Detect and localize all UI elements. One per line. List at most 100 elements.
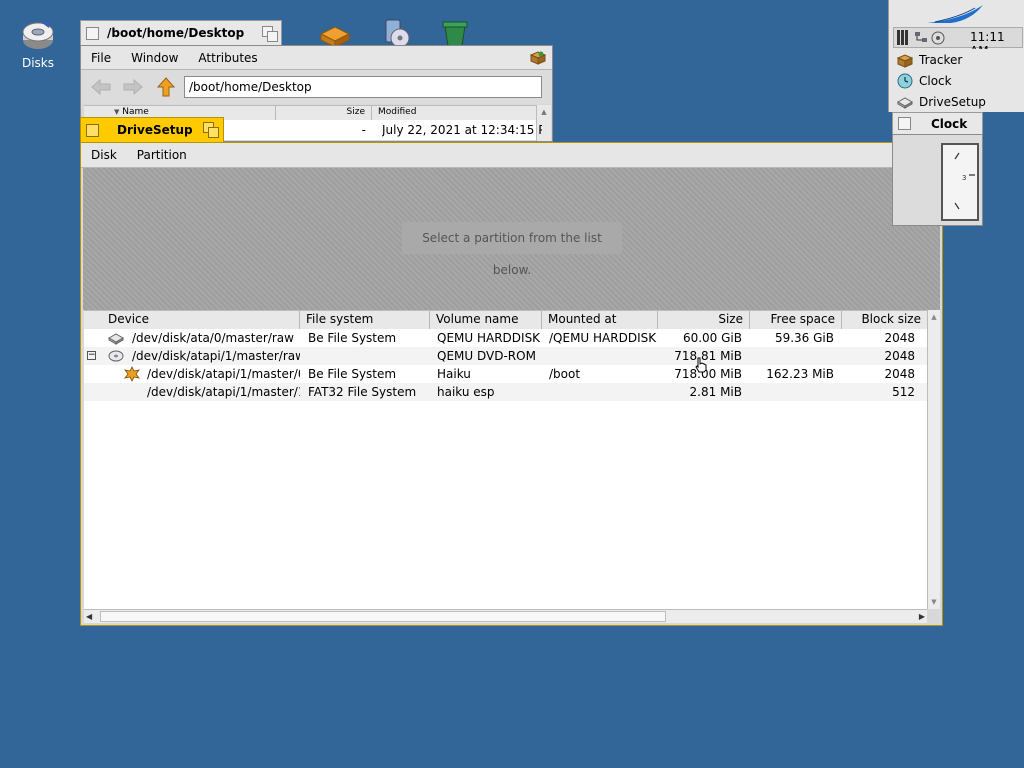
partition-list: /dev/disk/ata/0/master/raw Be File Syste…: [84, 329, 927, 609]
zoom-box-icon[interactable]: [203, 122, 219, 138]
collapse-toggle-icon[interactable]: −: [87, 351, 96, 360]
drivesetup-window-tab[interactable]: DriveSetup: [80, 117, 224, 142]
row-device: /dev/disk/atapi/1/master/raw: [132, 349, 300, 363]
drivesetup-window-title: DriveSetup: [117, 123, 193, 137]
column-size-label: Size: [346, 107, 365, 117]
cdrom-icon: [108, 350, 124, 362]
tracker-icon: [897, 53, 913, 68]
partition-list-header: Device File system Volume name Mounted a…: [84, 310, 927, 330]
forward-arrow-icon[interactable]: [123, 79, 143, 95]
partition-map-hint: Select a partition from the list below.: [402, 222, 622, 277]
deskbar-item-clock[interactable]: Clock: [889, 70, 1024, 92]
scroll-left-icon[interactable]: ◀: [86, 610, 92, 623]
deskbar-tray: 11:11 AM: [893, 27, 1023, 58]
desktop-icon-disks[interactable]: Disks: [12, 20, 64, 70]
clock-window-title: Clock: [931, 116, 968, 131]
row-mounted-at: /QEMU HARDDISK: [549, 331, 657, 345]
row-block-size: 2048: [884, 367, 915, 381]
row-device: /dev/disk/atapi/1/master/0: [147, 367, 300, 381]
trash-icon[interactable]: [440, 18, 470, 48]
deskbar-item-tracker[interactable]: Tracker: [889, 49, 1024, 71]
close-box-icon[interactable]: [86, 26, 99, 40]
column-free-space[interactable]: Free space: [750, 311, 842, 329]
network-icon[interactable]: [914, 30, 928, 45]
menu-file[interactable]: File: [81, 51, 121, 65]
partition-map[interactable]: Select a partition from the list below.: [83, 168, 940, 310]
column-mounted-at-label: Mounted at: [548, 312, 617, 326]
column-device[interactable]: Device: [84, 311, 300, 329]
close-box-icon[interactable]: [898, 117, 911, 130]
haiku-leaf-icon: [124, 366, 140, 382]
menu-partition[interactable]: Partition: [127, 148, 197, 162]
partition-row[interactable]: /dev/disk/atapi/1/master/1 FAT32 File Sy…: [84, 383, 927, 401]
partition-row[interactable]: /dev/disk/atapi/1/master/0 Be File Syste…: [84, 365, 927, 383]
hscroll-thumb[interactable]: [100, 611, 666, 622]
clock-window-tab[interactable]: Clock: [892, 112, 983, 134]
disks-icon: [22, 21, 54, 49]
row-free-space: 162.23 MiB: [766, 367, 834, 381]
row-mounted-at: /boot: [549, 367, 581, 381]
column-size-label: Size: [718, 312, 743, 326]
column-size[interactable]: Size: [658, 311, 750, 329]
close-box-icon[interactable]: [86, 123, 99, 137]
deskbar: 11:11 AM Tracker Clock DriveSetup: [888, 0, 1024, 112]
zoom-box-icon[interactable]: [262, 26, 278, 42]
row-volume-name: haiku esp: [437, 385, 495, 399]
row-device: /dev/disk/atapi/1/master/1: [147, 385, 300, 399]
clock-icon: [897, 73, 913, 88]
partition-list-vscrollbar[interactable]: ▲ ▼: [927, 310, 940, 609]
row-free-space: 59.36 GiB: [774, 331, 834, 345]
drivesetup-icon: [897, 96, 913, 109]
harddisk-icon: [108, 333, 124, 345]
up-arrow-icon[interactable]: [157, 77, 175, 97]
desktop-icon-label: Disks: [21, 56, 55, 70]
menu-attributes[interactable]: Attributes: [188, 51, 267, 65]
back-arrow-icon[interactable]: [91, 79, 111, 95]
column-modified-label: Modified: [378, 107, 417, 117]
scroll-right-icon[interactable]: ▶: [919, 610, 925, 623]
menu-disk[interactable]: Disk: [81, 148, 127, 162]
column-file-system-label: File system: [306, 312, 374, 326]
drivesetup-menubar: Disk Partition: [81, 143, 942, 168]
partition-row[interactable]: /dev/disk/ata/0/master/raw Be File Syste…: [84, 329, 927, 347]
haiku-feather-logo-icon[interactable]: [925, 3, 989, 25]
cd-installer-icon[interactable]: [380, 18, 412, 48]
file-modified: July 22, 2021 at 12:34:15 PM: [382, 123, 542, 137]
scroll-up-icon[interactable]: ▲: [537, 105, 551, 119]
tracker-status-icon[interactable]: [530, 50, 546, 65]
clock-ticks-icon: 3: [954, 152, 975, 210]
sort-down-icon: ▼: [114, 108, 120, 116]
row-size: 60.00 GiB: [682, 331, 742, 345]
clock-window: 3: [892, 134, 983, 226]
scroll-up-icon[interactable]: ▲: [928, 310, 940, 324]
column-block-size-label: Block size: [861, 312, 921, 326]
row-volume-name: Haiku: [437, 367, 471, 381]
path-field-value: /boot/home/Desktop: [189, 80, 312, 94]
menu-window[interactable]: Window: [121, 51, 188, 65]
scroll-down-icon[interactable]: ▼: [928, 595, 940, 609]
path-field[interactable]: /boot/home/Desktop: [184, 76, 542, 98]
tracker-window-tab[interactable]: /boot/home/Desktop: [80, 20, 282, 45]
drivesetup-window: Disk Partition Select a partition from t…: [80, 142, 943, 626]
partition-list-hscrollbar[interactable]: ◀ ▶: [84, 609, 927, 623]
column-volume-name-label: Volume name: [436, 312, 519, 326]
tracker-navbar: /boot/home/Desktop: [81, 70, 552, 104]
row-size: 2.81 MiB: [689, 385, 742, 399]
row-file-system: FAT32 File System: [308, 385, 417, 399]
column-modified[interactable]: Modified: [372, 106, 536, 120]
column-mounted-at[interactable]: Mounted at: [542, 311, 658, 329]
column-file-system[interactable]: File system: [300, 311, 430, 329]
column-block-size[interactable]: Block size: [842, 311, 927, 329]
partition-row[interactable]: − /dev/disk/atapi/1/master/raw QEMU DVD-…: [84, 347, 927, 365]
tracker-menubar: File Window Attributes: [81, 46, 552, 70]
cpu-monitor-icon[interactable]: [897, 30, 911, 45]
row-block-size: 512: [892, 385, 915, 399]
media-icon[interactable]: [930, 30, 946, 45]
deskbar-item-label: Clock: [919, 73, 952, 88]
column-name-label: Name: [122, 107, 149, 117]
row-file-system: Be File System: [308, 331, 397, 345]
column-size[interactable]: Size: [276, 106, 372, 120]
column-volume-name[interactable]: Volume name: [430, 311, 542, 329]
partition-map-hint-text: Select a partition from the list below.: [422, 231, 602, 277]
deskbar-item-drivesetup[interactable]: DriveSetup: [889, 91, 1024, 112]
